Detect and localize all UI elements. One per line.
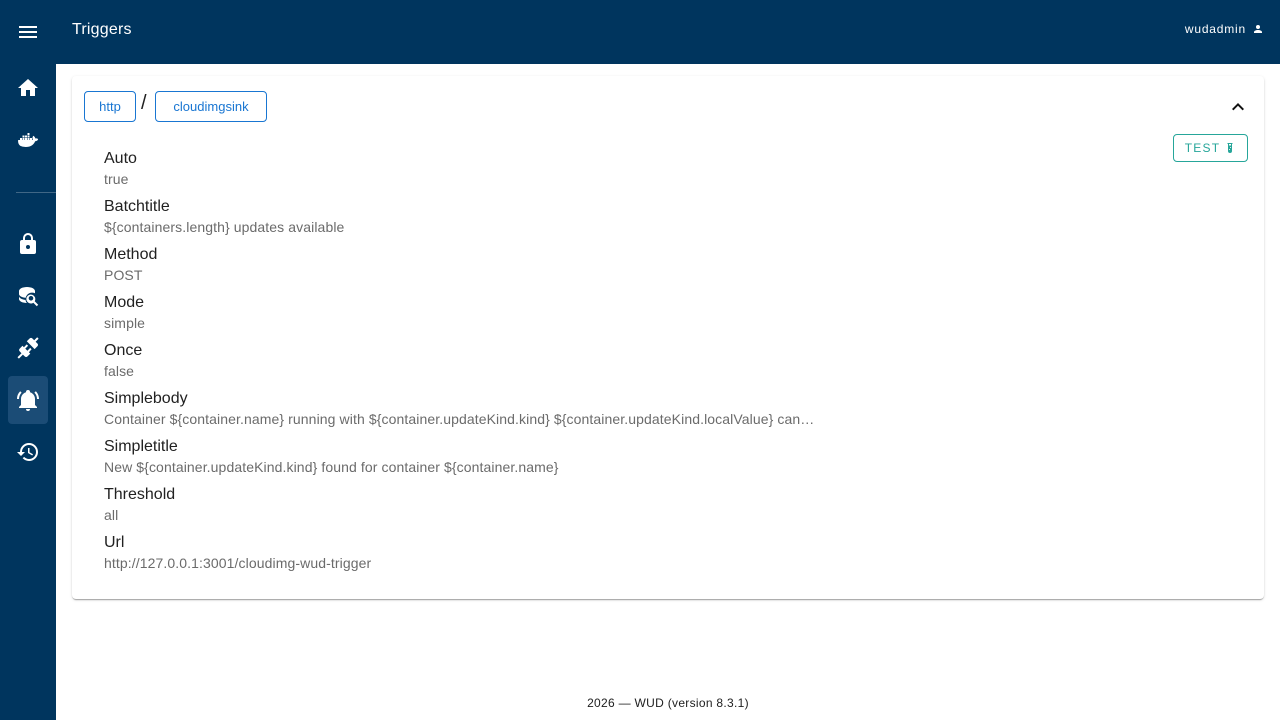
property-label: Batchtitle xyxy=(104,198,170,215)
bell-ring-icon xyxy=(16,390,39,411)
property-batchtitle: Batchtitle ${containers.length} updates … xyxy=(104,196,864,244)
property-value: true xyxy=(104,171,129,187)
chevron-up-icon xyxy=(1232,103,1244,111)
property-label: Once xyxy=(104,342,143,359)
docker-icon xyxy=(18,133,39,147)
plugin-icon xyxy=(17,337,39,359)
history-icon xyxy=(17,443,38,461)
menu-icon xyxy=(19,26,37,38)
footer: 2026 — WUD (version 8.3.1) xyxy=(587,696,749,710)
menu-button[interactable] xyxy=(8,8,48,56)
test-button-label: TEST xyxy=(1184,141,1221,155)
property-once: Once false xyxy=(104,340,864,388)
property-auto: Auto true xyxy=(104,148,864,196)
database-search-icon xyxy=(19,287,39,307)
nav-item-history[interactable] xyxy=(8,428,48,476)
test-button[interactable]: TEST xyxy=(1173,134,1248,162)
lock-icon xyxy=(20,233,36,254)
property-label: Simplebody xyxy=(104,390,188,407)
property-label: Threshold xyxy=(104,486,176,503)
property-url: Url http://127.0.0.1:3001/cloudimg-wud-t… xyxy=(104,532,864,580)
nav-item-watchers[interactable] xyxy=(8,324,48,372)
page-title: Triggers xyxy=(72,21,132,38)
username: wudadmin xyxy=(1184,22,1246,36)
property-value: POST xyxy=(104,267,143,283)
property-label: Auto xyxy=(104,150,137,167)
property-value: http://127.0.0.1:3001/cloudimg-wud-trigg… xyxy=(104,555,372,571)
property-threshold: Threshold all xyxy=(104,484,864,532)
property-value: ${containers.length} updates available xyxy=(104,219,345,235)
home-icon xyxy=(18,79,38,96)
property-simplebody: Simplebody Container ${container.name} r… xyxy=(104,388,864,436)
nav-item-containers[interactable] xyxy=(8,116,48,164)
collapse-button[interactable] xyxy=(1226,95,1250,119)
nav-divider xyxy=(16,192,56,193)
chip-separator: / xyxy=(141,92,147,114)
trigger-properties: Auto true Batchtitle ${containers.length… xyxy=(104,148,864,580)
property-label: Url xyxy=(104,534,125,551)
property-label: Simpletitle xyxy=(104,438,178,455)
property-value: New ${container.updateKind.kind} found f… xyxy=(104,459,559,475)
property-mode: Mode simple xyxy=(104,292,864,340)
user-menu-button[interactable]: wudadmin xyxy=(1185,22,1264,36)
property-value: all xyxy=(104,507,119,523)
property-value: Container ${container.name} running with… xyxy=(104,411,815,427)
nav-item-registries[interactable] xyxy=(8,272,48,320)
property-label: Mode xyxy=(104,294,145,311)
app-bar: Triggers wudadmin xyxy=(56,0,1280,64)
nav-item-home[interactable] xyxy=(8,64,48,112)
test-tube-icon xyxy=(1227,143,1233,153)
trigger-type-chip[interactable]: http xyxy=(84,91,136,122)
property-value: false xyxy=(104,363,135,379)
nav-item-authentications[interactable] xyxy=(8,220,48,268)
property-simpletitle: Simpletitle New ${container.updateKind.k… xyxy=(104,436,864,484)
account-icon xyxy=(1254,25,1262,33)
property-method: Method POST xyxy=(104,244,864,292)
trigger-name-chip[interactable]: cloudimgsink xyxy=(155,91,267,122)
property-label: Method xyxy=(104,246,158,263)
trigger-card: http / cloudimgsink TEST Auto true Batch… xyxy=(72,76,1264,599)
navigation-drawer xyxy=(0,0,56,720)
property-value: simple xyxy=(104,315,146,331)
nav-item-triggers[interactable] xyxy=(8,376,48,424)
